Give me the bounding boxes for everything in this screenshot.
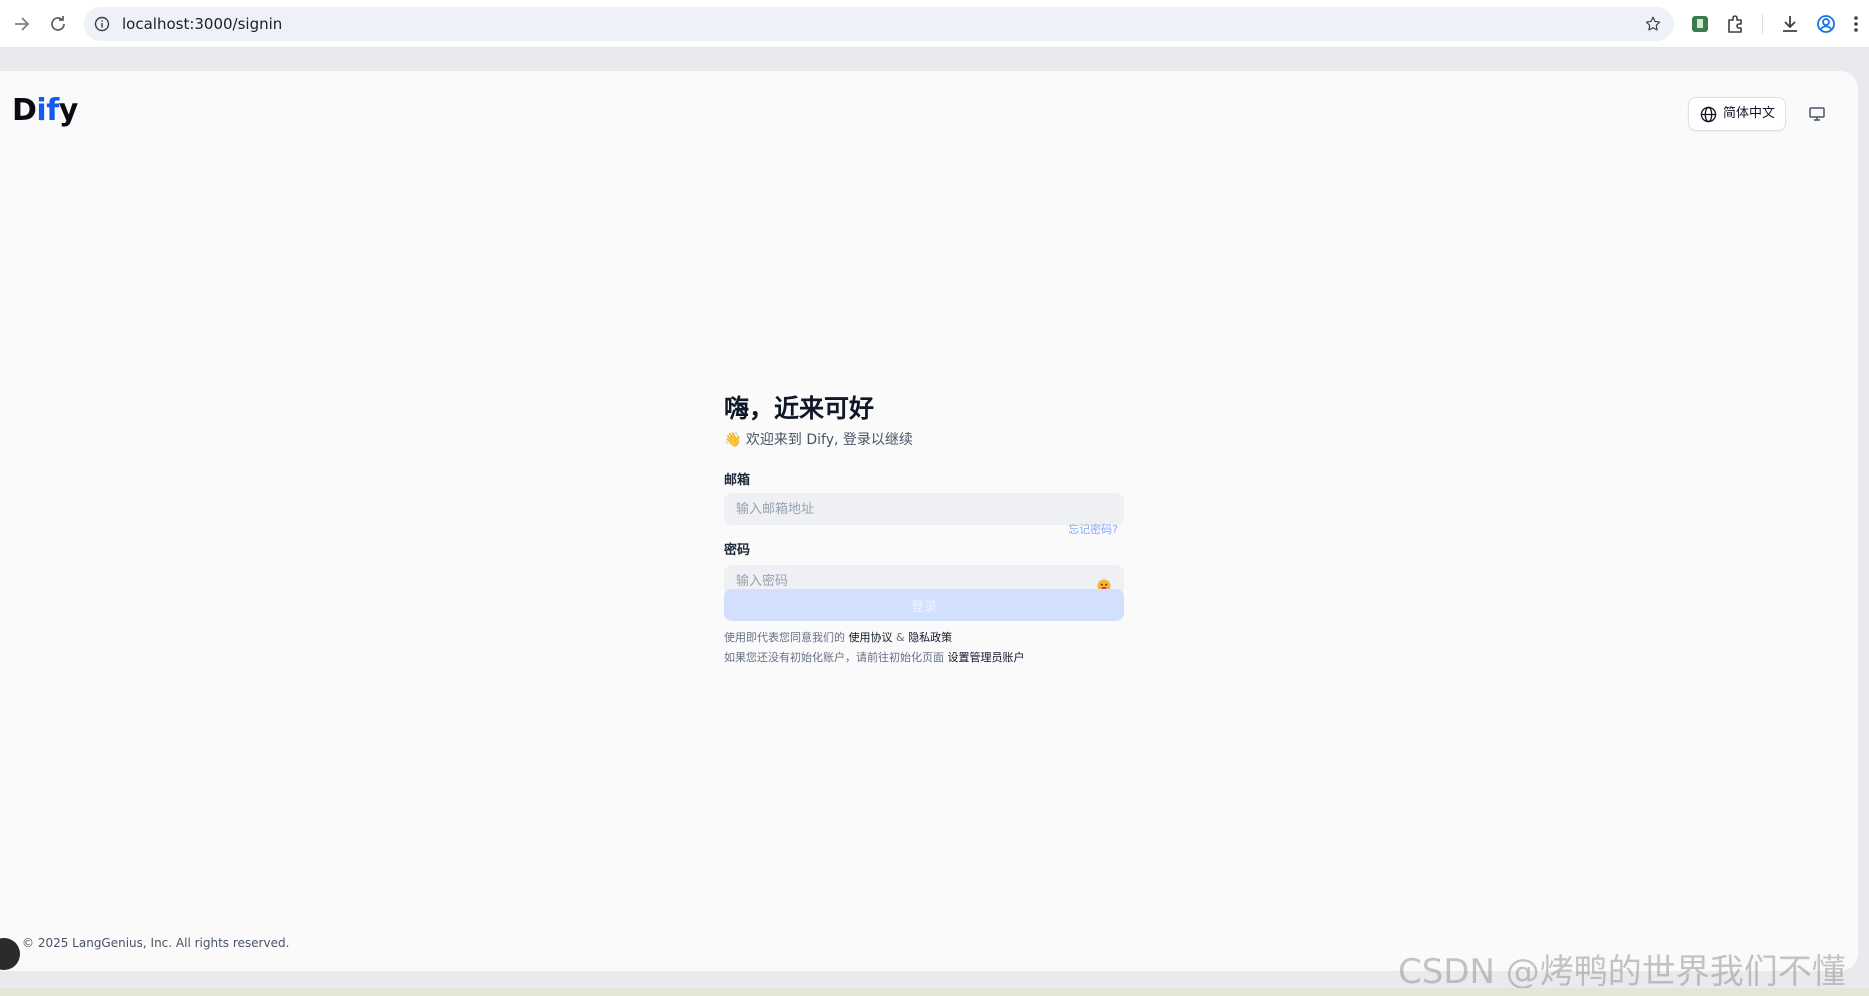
terms-of-service-link[interactable]: 使用协议 bbox=[849, 631, 893, 644]
address-bar[interactable]: localhost:3000/signin bbox=[84, 7, 1674, 41]
logo-letters-if: if bbox=[36, 93, 59, 128]
profile-icon[interactable] bbox=[1815, 13, 1837, 35]
forgot-password-link[interactable]: 忘记密码? bbox=[1068, 521, 1118, 537]
terms-and: & bbox=[896, 631, 905, 644]
info-icon[interactable] bbox=[94, 16, 110, 32]
terms-prefix: 使用即代表您同意我们的 bbox=[724, 631, 845, 644]
menu-icon[interactable] bbox=[1850, 13, 1862, 35]
url-text[interactable]: localhost:3000/signin bbox=[122, 7, 282, 41]
privacy-policy-link[interactable]: 隐私政策 bbox=[908, 631, 952, 644]
browser-toolbar: localhost:3000/signin bbox=[0, 0, 1869, 48]
init-notice: 如果您还没有初始化账户，请前往初始化页面 设置管理员账户 bbox=[724, 649, 1025, 665]
setup-admin-link[interactable]: 设置管理员账户 bbox=[948, 651, 1025, 664]
page-title: 嗨，近来可好 bbox=[724, 394, 875, 423]
signin-button[interactable]: 登录 bbox=[724, 589, 1124, 621]
globe-icon bbox=[1700, 106, 1717, 123]
signin-page: Dify 简体中文 嗨，近来可好 👋 欢迎来到 Dify, 登录以继续 邮箱 密… bbox=[0, 71, 1858, 971]
extension-green-icon[interactable] bbox=[1689, 13, 1711, 35]
logo-letter-d: D bbox=[12, 93, 37, 128]
email-label: 邮箱 bbox=[724, 473, 751, 488]
dify-logo[interactable]: Dify bbox=[12, 93, 78, 128]
welcome-subtitle: 👋 欢迎来到 Dify, 登录以继续 bbox=[724, 429, 913, 449]
bookmark-star-icon[interactable] bbox=[1644, 15, 1662, 33]
bottom-strip bbox=[0, 988, 1869, 996]
copyright-text: © 2025 LangGenius, Inc. All rights reser… bbox=[22, 936, 290, 950]
toolbar-divider bbox=[1762, 14, 1763, 34]
email-input[interactable] bbox=[724, 493, 1124, 525]
password-label: 密码 bbox=[724, 543, 751, 558]
forward-icon[interactable] bbox=[10, 12, 34, 36]
language-label: 简体中文 bbox=[1723, 106, 1776, 121]
logo-letter-y: y bbox=[58, 93, 79, 128]
language-selector[interactable]: 简体中文 bbox=[1688, 97, 1786, 131]
wave-emoji-icon: 👋 bbox=[724, 432, 742, 448]
init-prefix: 如果您还没有初始化账户，请前往初始化页面 bbox=[724, 651, 944, 664]
reload-icon[interactable] bbox=[46, 12, 70, 36]
download-icon[interactable] bbox=[1779, 13, 1801, 35]
monitor-icon[interactable] bbox=[1806, 103, 1828, 125]
terms-notice: 使用即代表您同意我们的 使用协议 & 隐私政策 bbox=[724, 629, 952, 645]
subtitle-text: 欢迎来到 Dify, 登录以继续 bbox=[745, 432, 913, 448]
csdn-watermark: CSDN @烤鸭的世界我们不懂 bbox=[1398, 952, 1846, 992]
puzzle-icon[interactable] bbox=[1725, 13, 1747, 35]
